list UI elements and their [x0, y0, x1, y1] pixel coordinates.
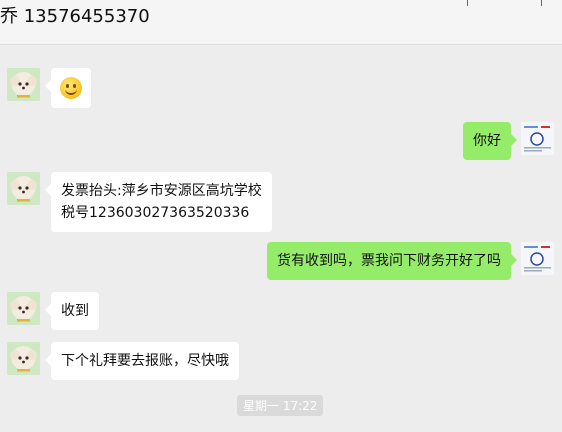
header-divider: [467, 0, 468, 6]
message-bubble-emoji[interactable]: [45, 68, 91, 108]
chat-header: 乔 13576455370: [0, 0, 562, 45]
contact-avatar[interactable]: [7, 292, 40, 325]
message-bubble-other[interactable]: 发票抬头:萍乡市安源区高坑学校 税号123603027363520336: [45, 172, 272, 232]
message-text-line: 发票抬头:萍乡市安源区高坑学校: [61, 183, 262, 199]
message-bubble-other[interactable]: 下个礼拜要去报账，尽快哦: [45, 342, 239, 380]
message-text: 收到: [61, 303, 89, 319]
self-avatar[interactable]: [521, 242, 554, 275]
message-bubble-other[interactable]: 收到: [45, 292, 99, 330]
chat-area[interactable]: 你好 发票抬头:萍乡市安源区高坑学校 税号123603027363520336: [0, 45, 562, 432]
timestamp-label: 星期一 17:22: [237, 395, 324, 416]
header-divider: [541, 0, 542, 6]
smile-emoji-icon: [60, 77, 82, 99]
message-text: 货有收到吗，票我问下财务开好了吗: [277, 253, 501, 269]
message-text-line: 税号123603027363520336: [61, 205, 250, 221]
contact-avatar[interactable]: [7, 172, 40, 205]
message-text: 你好: [473, 133, 501, 149]
message-bubble-self[interactable]: 货有收到吗，票我问下财务开好了吗: [267, 242, 517, 280]
self-avatar[interactable]: [521, 122, 554, 155]
message-text: 下个礼拜要去报账，尽快哦: [61, 353, 229, 369]
contact-avatar[interactable]: [7, 68, 40, 101]
contact-avatar[interactable]: [7, 342, 40, 375]
contact-title: 乔 13576455370: [0, 6, 150, 27]
message-bubble-self[interactable]: 你好: [463, 122, 517, 160]
